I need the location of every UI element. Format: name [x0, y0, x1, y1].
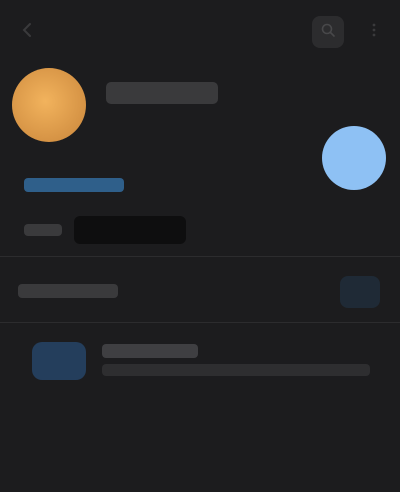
more-button[interactable] — [358, 16, 390, 48]
section-label — [18, 284, 118, 298]
top-bar-actions — [312, 16, 390, 48]
avatar[interactable] — [12, 68, 86, 142]
display-name-placeholder — [106, 82, 218, 104]
more-icon — [366, 22, 382, 43]
info-label — [24, 224, 62, 236]
section-row[interactable] — [0, 268, 400, 316]
section-action-button[interactable] — [340, 276, 380, 308]
message-button[interactable] — [322, 126, 386, 190]
profile-screen — [0, 0, 400, 492]
search-button[interactable] — [312, 16, 344, 48]
display-name — [106, 104, 218, 128]
profile-link[interactable] — [24, 178, 124, 192]
divider — [0, 322, 400, 323]
profile-name-block — [106, 82, 218, 128]
back-button[interactable] — [14, 18, 42, 46]
divider — [0, 256, 400, 257]
search-icon — [320, 22, 336, 43]
list-item-subtitle — [102, 364, 370, 376]
info-value-pill[interactable] — [74, 216, 186, 244]
list-item[interactable] — [0, 330, 400, 390]
profile-info-row — [24, 216, 186, 244]
back-arrow-icon — [19, 21, 37, 44]
list-item-icon — [32, 342, 86, 380]
top-bar — [0, 0, 400, 60]
list-item-title — [102, 344, 198, 358]
